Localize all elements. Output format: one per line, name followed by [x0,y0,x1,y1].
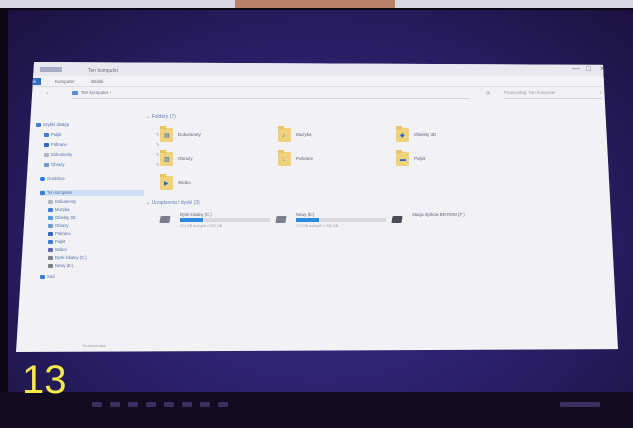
drive-e[interactable]: Nowy (E:) 171 GB wolnych z 232 GB [275,212,396,234]
network-icon [40,274,45,279]
document-icon [44,152,49,157]
computer-icon [40,190,45,195]
nav-pc-wideo[interactable]: Wideo [48,247,67,253]
pictures-icon [48,223,53,228]
folder-muzyka[interactable]: ♪ Muzyka [278,126,398,148]
task-view-icon[interactable] [128,402,138,407]
nav-pc-obiekty-3d[interactable]: Obiekty 3D [48,215,76,221]
step-number-label: 13 [22,358,67,402]
folder-wideo[interactable]: ▶ Wideo [160,174,280,196]
folder-icon: ↓ [278,150,291,166]
nav-item-pulpit[interactable]: Pulpit [44,132,61,138]
folder-obrazy[interactable]: ▨ Obrazy [160,150,280,172]
drive-usage-fill [296,218,320,222]
download-icon [44,142,49,147]
drive-usage-fill [180,218,203,222]
desktop-icon [48,239,53,244]
ribbon: Plik Komputer Widok [16,76,618,87]
pictures-icon [44,162,49,167]
drive-icon [48,263,53,268]
refresh-icon[interactable]: ⟳ [486,91,490,97]
folder-icon: ♪ [278,126,291,142]
navigation-pane: Szybki dostęp Pulpit ✎ Pobrane ✎ Dokumen… [36,106,159,346]
desktop-icon [44,132,49,137]
nav-pc-drive-c[interactable]: Dysk lokalny (C:) [48,255,87,261]
maximize-button[interactable]: □ [586,64,591,73]
nav-pc-obrazy[interactable]: Obrazy [48,223,69,229]
drive-c[interactable]: Dysk lokalny (C:) 174 GB wolnych z 231 G… [159,212,280,234]
window-title: Ten komputer [88,68,119,74]
cube-icon [48,215,53,220]
top-strip [0,0,633,8]
nav-item-pobrane[interactable]: Pobrane [44,142,67,148]
nav-pc-drive-e[interactable]: Nowy (E:) [48,263,73,269]
windows-drive-icon [159,216,171,223]
video-icon [48,247,53,252]
start-icon[interactable] [92,402,102,407]
folder-dokumenty[interactable]: ▤ Dokumenty [160,126,280,148]
disc-drive-icon [391,216,403,223]
photo: Ten komputer — □ × Plik Komputer Widok ↑… [0,0,633,428]
folder-icon: ▨ [160,150,173,166]
folder-icon: ▬ [396,150,409,166]
document-icon [48,199,53,204]
nav-onedrive[interactable]: OneDrive [40,176,65,182]
folder-pobrane[interactable]: ↓ Pobrane [278,150,398,172]
store-icon[interactable] [182,402,192,407]
chevron-right-icon: › [109,90,112,95]
folder-icon[interactable] [164,402,174,407]
quick-access-toolbar[interactable] [40,67,62,72]
nav-pc-pobrane[interactable]: Pobrane [48,231,71,237]
browser-icon[interactable] [146,402,156,407]
nav-this-pc[interactable]: Ten komputer [40,190,144,196]
folders-group-header[interactable]: ⌄ Foldery (7) [146,114,176,120]
drive-bd-rom[interactable]: Stacja dysków BD-ROM (F:) [391,212,512,234]
drive-icon [275,216,287,223]
drives-group-header[interactable]: ⌄ Urządzenia i dyski (3) [146,200,200,206]
folder-pulpit[interactable]: ▬ Pulpit [396,150,516,172]
minimize-button[interactable]: — [572,64,580,73]
address-bar[interactable]: Ten komputer › [72,90,470,99]
address-path: Ten komputer [81,90,109,95]
search-placeholder: Przeszukaj: Ten komputer [504,90,556,95]
mail-icon[interactable] [200,402,210,407]
search-icon[interactable] [110,402,120,407]
search-icon: ⌕ [599,90,602,95]
content-area: ⌄ Foldery (7) ▤ Dokumenty ♪ Muzyka ◆ Obiekt… [146,114,598,334]
nav-item-dokumenty[interactable]: Dokumenty [44,152,72,158]
app-icon[interactable] [218,402,228,407]
tab-widok[interactable]: Widok [86,78,109,85]
nav-network[interactable]: Sieć [40,274,55,280]
search-input[interactable]: Przeszukaj: Ten komputer ⌕ [504,90,602,99]
status-bar: 10 elementów [82,344,106,348]
nav-item-obrazy[interactable]: Obrazy [44,162,65,168]
drive-usage-bar [296,218,386,222]
drive-usage-bar [180,218,270,222]
download-icon [48,231,53,236]
nav-pc-pulpit[interactable]: Pulpit [48,239,65,245]
folder-obiekty-3d[interactable]: ◆ Obiekty 3D [396,126,516,148]
nav-pc-muzyka[interactable]: Muzyka [48,207,69,213]
navigation-row: ↑ Ten komputer › ⟳ Przeszukaj: Ten kompu… [16,88,618,122]
computer-icon [72,90,78,95]
nav-pc-dokumenty[interactable]: Dokumenty [48,199,76,205]
tab-komputer[interactable]: Komputer [50,78,80,85]
taskbar [0,392,633,428]
file-explorer-window: Ten komputer — □ × Plik Komputer Widok ↑… [16,62,618,352]
cloud-icon [40,176,45,181]
nav-quick-access[interactable]: Szybki dostęp [36,122,69,128]
folder-icon: ▤ [160,126,173,142]
up-arrow-icon[interactable]: ↑ [46,91,49,97]
music-icon [48,207,53,212]
star-icon [36,122,41,127]
folder-icon: ◆ [396,126,409,142]
system-tray[interactable] [560,402,600,407]
folder-icon: ▶ [160,174,173,190]
drive-icon [48,255,53,260]
